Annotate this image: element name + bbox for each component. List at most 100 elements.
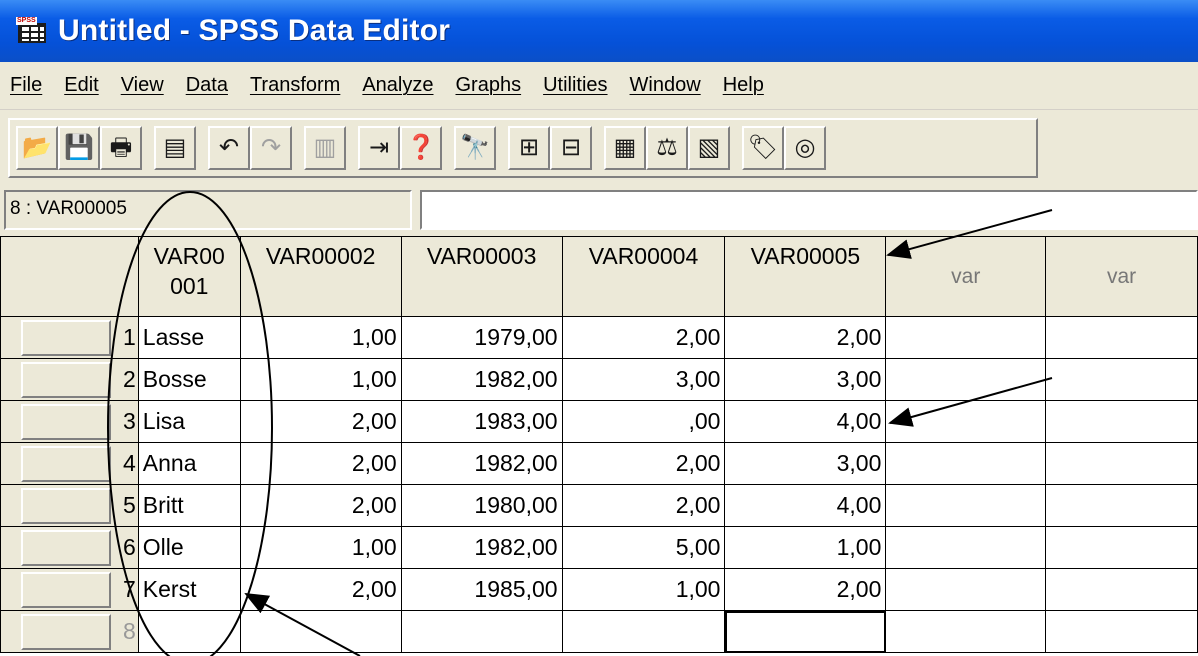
- data-cell[interactable]: [885, 610, 1047, 653]
- menu-help[interactable]: Help: [723, 74, 764, 97]
- weight-cases-button[interactable]: ⚖: [646, 126, 688, 170]
- row-header[interactable]: 7: [0, 568, 139, 611]
- data-cell[interactable]: 1,00: [239, 316, 402, 359]
- data-cell[interactable]: Lisa: [137, 400, 241, 443]
- redo-button[interactable]: ↷: [250, 126, 292, 170]
- data-cell[interactable]: [1045, 400, 1198, 443]
- menu-edit[interactable]: Edit: [64, 74, 98, 97]
- goto-case-button[interactable]: ⇥: [358, 126, 400, 170]
- column-header-2[interactable]: VAR00002: [239, 236, 402, 317]
- data-cell[interactable]: 2,00: [724, 316, 887, 359]
- data-cell[interactable]: [1045, 526, 1198, 569]
- data-cell[interactable]: [1045, 484, 1198, 527]
- find-button[interactable]: 🔭: [454, 126, 496, 170]
- column-header-5[interactable]: VAR00005: [724, 236, 887, 317]
- print-button[interactable]: 🖶: [100, 126, 142, 170]
- undo-button[interactable]: ↶: [208, 126, 250, 170]
- menu-analyze[interactable]: Analyze: [362, 74, 433, 97]
- menu-graphs[interactable]: Graphs: [456, 74, 522, 97]
- dialog-recall-button[interactable]: ▤: [154, 126, 196, 170]
- split-file-button[interactable]: ▦: [604, 126, 646, 170]
- data-cell[interactable]: 5,00: [561, 526, 726, 569]
- data-cell[interactable]: 2,00: [561, 442, 726, 485]
- row-header[interactable]: 3: [0, 400, 139, 443]
- data-cell[interactable]: 1982,00: [400, 442, 563, 485]
- data-cell[interactable]: 2,00: [239, 484, 402, 527]
- menu-window[interactable]: Window: [630, 74, 701, 97]
- insert-case-button[interactable]: ⊞: [508, 126, 550, 170]
- title-bar[interactable]: SPSS Untitled - SPSS Data Editor: [0, 0, 1198, 62]
- select-cases-button[interactable]: ▧: [688, 126, 730, 170]
- data-cell[interactable]: ,00: [561, 400, 726, 443]
- grid-corner[interactable]: [0, 236, 139, 317]
- use-sets-button[interactable]: ◎: [784, 126, 826, 170]
- data-cell[interactable]: 1982,00: [400, 526, 563, 569]
- row-header[interactable]: 6: [0, 526, 139, 569]
- data-cell[interactable]: [885, 442, 1047, 485]
- data-cell[interactable]: 3,00: [724, 442, 887, 485]
- data-cell[interactable]: 3,00: [561, 358, 726, 401]
- column-header-7[interactable]: var: [1045, 236, 1198, 317]
- data-cell[interactable]: 1983,00: [400, 400, 563, 443]
- insert-variable-button[interactable]: ⊟: [550, 126, 592, 170]
- data-cell[interactable]: 2,00: [561, 316, 726, 359]
- data-cell[interactable]: [724, 610, 887, 653]
- goto-chart-button[interactable]: ▥: [304, 126, 346, 170]
- data-cell[interactable]: Bosse: [137, 358, 241, 401]
- column-header-6[interactable]: var: [885, 236, 1047, 317]
- spss-grid-icon[interactable]: SPSS: [16, 17, 48, 45]
- data-cell[interactable]: [885, 526, 1047, 569]
- row-header[interactable]: 1: [0, 316, 139, 359]
- data-cell[interactable]: [1045, 610, 1198, 653]
- data-cell[interactable]: 1980,00: [400, 484, 563, 527]
- data-cell[interactable]: Olle: [137, 526, 241, 569]
- data-cell[interactable]: 1,00: [724, 526, 887, 569]
- data-cell[interactable]: 3,00: [724, 358, 887, 401]
- data-cell[interactable]: 2,00: [239, 568, 402, 611]
- data-cell[interactable]: Kerst: [137, 568, 241, 611]
- variables-button[interactable]: ❓: [400, 126, 442, 170]
- data-cell[interactable]: [885, 400, 1047, 443]
- row-header[interactable]: 8: [0, 610, 139, 653]
- data-cell[interactable]: Anna: [137, 442, 241, 485]
- save-button[interactable]: 💾: [58, 126, 100, 170]
- value-labels-button[interactable]: 🏷: [742, 126, 784, 170]
- data-cell[interactable]: 1979,00: [400, 316, 563, 359]
- data-cell[interactable]: [885, 568, 1047, 611]
- menu-data[interactable]: Data: [186, 74, 228, 97]
- data-cell[interactable]: 1982,00: [400, 358, 563, 401]
- data-cell[interactable]: 2,00: [239, 400, 402, 443]
- data-cell[interactable]: [561, 610, 726, 653]
- data-cell[interactable]: 1,00: [239, 358, 402, 401]
- data-cell[interactable]: [1045, 568, 1198, 611]
- data-cell[interactable]: 2,00: [561, 484, 726, 527]
- data-cell[interactable]: [885, 316, 1047, 359]
- cell-value-input[interactable]: [420, 190, 1198, 230]
- data-cell[interactable]: [239, 610, 402, 653]
- data-cell[interactable]: Britt: [137, 484, 241, 527]
- column-header-1[interactable]: VAR00 001: [137, 236, 241, 317]
- menu-transform[interactable]: Transform: [250, 74, 340, 97]
- data-cell[interactable]: [1045, 358, 1198, 401]
- row-header[interactable]: 4: [0, 442, 139, 485]
- row-header[interactable]: 2: [0, 358, 139, 401]
- data-cell[interactable]: [885, 484, 1047, 527]
- data-cell[interactable]: 1,00: [239, 526, 402, 569]
- data-cell[interactable]: 4,00: [724, 400, 887, 443]
- menu-utilities[interactable]: Utilities: [543, 74, 607, 97]
- data-cell[interactable]: 4,00: [724, 484, 887, 527]
- data-cell[interactable]: [137, 610, 241, 653]
- data-cell[interactable]: [400, 610, 563, 653]
- menu-file[interactable]: File: [10, 74, 42, 97]
- open-button[interactable]: 📂: [16, 126, 58, 170]
- data-cell[interactable]: 2,00: [239, 442, 402, 485]
- data-cell[interactable]: [1045, 316, 1198, 359]
- data-cell[interactable]: [885, 358, 1047, 401]
- data-cell[interactable]: [1045, 442, 1198, 485]
- data-cell[interactable]: 2,00: [724, 568, 887, 611]
- menu-view[interactable]: View: [121, 74, 164, 97]
- data-cell[interactable]: 1,00: [561, 568, 726, 611]
- column-header-3[interactable]: VAR00003: [400, 236, 563, 317]
- column-header-4[interactable]: VAR00004: [561, 236, 726, 317]
- data-cell[interactable]: 1985,00: [400, 568, 563, 611]
